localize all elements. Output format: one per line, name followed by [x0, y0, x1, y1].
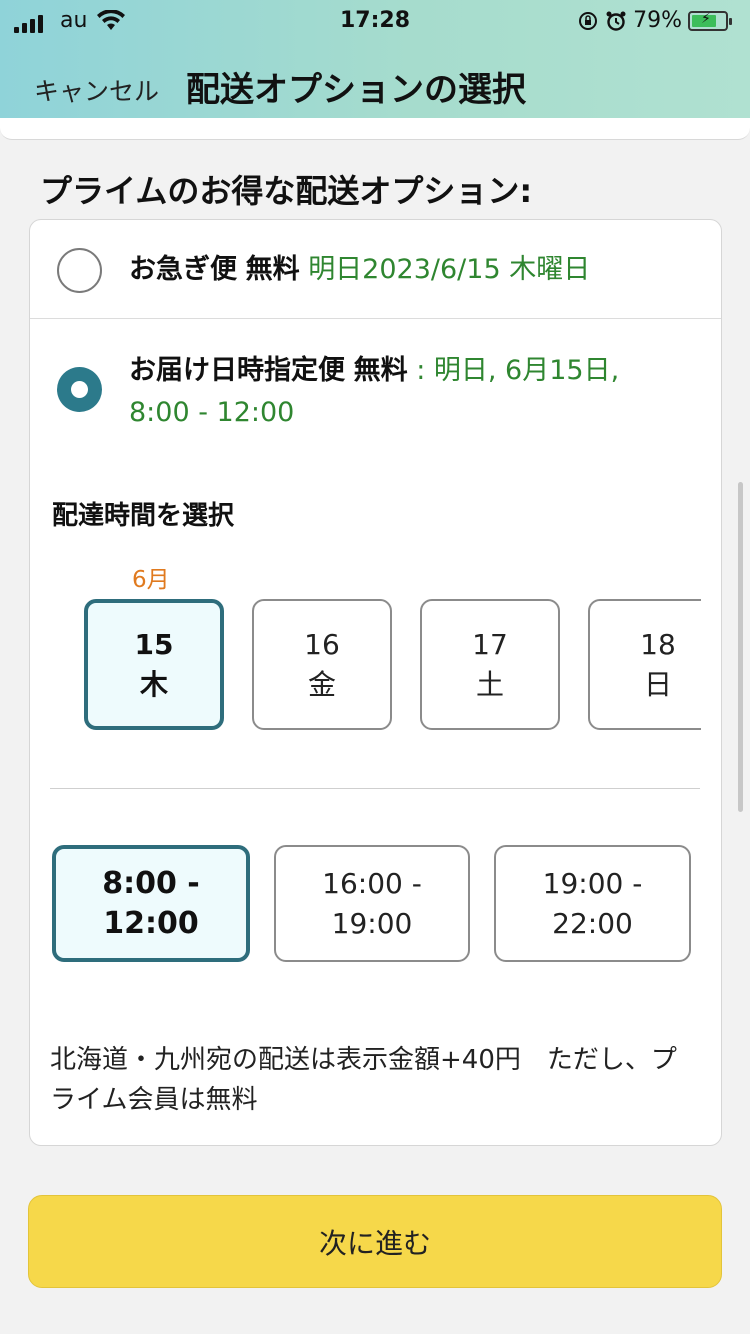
time-slot-start: 19:00 -	[542, 866, 643, 900]
day-option[interactable]: 15 木	[84, 599, 224, 730]
app-header: au 17:28 79% ⚡ キャンセル 配送オプションの選択	[0, 0, 750, 128]
day-option[interactable]: 17 土	[420, 599, 560, 730]
time-slot-end: 22:00	[552, 906, 633, 940]
time-slot[interactable]: 16:00 - 19:00	[274, 845, 470, 962]
day-option[interactable]: 18 日	[588, 599, 701, 730]
orientation-lock-icon	[579, 11, 598, 30]
time-slot[interactable]: 19:00 - 22:00	[494, 845, 691, 962]
day-number: 17	[472, 627, 508, 661]
option-scheduled-name: お届け日時指定便	[129, 355, 345, 386]
option-scheduled[interactable]: お届け日時指定便 無料 : 明日, 6月15日, 8:00 - 12:00	[30, 320, 721, 450]
time-slot-end: 12:00	[103, 905, 199, 941]
shipping-options-card: お急ぎ便 無料 明日2023/6/15 木曜日 お届け日時指定便 無料 : 明日…	[29, 219, 722, 1146]
page-title: 配送オプションの選択	[186, 70, 526, 110]
nav-bar: キャンセル 配送オプションの選択	[0, 58, 750, 114]
option-express-price: 無料	[245, 254, 300, 285]
option-express-label: お急ぎ便 無料 明日2023/6/15 木曜日	[129, 249, 590, 291]
cancel-button[interactable]: キャンセル	[34, 72, 159, 108]
status-bar: au 17:28 79% ⚡	[0, 6, 750, 38]
next-button[interactable]: 次に進む	[28, 1195, 722, 1288]
scrollbar[interactable]	[738, 482, 743, 812]
time-select-heading: 配達時間を選択	[52, 501, 235, 531]
day-picker[interactable]: 15 木 16 金 17 土 18 日	[84, 599, 701, 732]
battery-percent: 79%	[633, 8, 682, 33]
day-weekday: 土	[475, 667, 504, 701]
option-scheduled-label: お届け日時指定便 無料 : 明日, 6月15日, 8:00 - 12:00	[129, 350, 689, 434]
radio-scheduled[interactable]	[57, 367, 102, 412]
option-scheduled-date: : 明日, 6月15日,	[416, 355, 620, 386]
option-scheduled-time: 8:00 - 12:00	[129, 397, 295, 428]
day-weekday: 木	[139, 667, 168, 701]
divider	[50, 788, 700, 789]
shipping-note: 北海道・九州宛の配送は表示金額+40円 ただし、プライム会員は無料	[50, 1045, 677, 1115]
battery-icon: ⚡	[688, 10, 732, 31]
option-express[interactable]: お急ぎ便 無料 明日2023/6/15 木曜日	[30, 220, 721, 319]
day-weekday: 日	[643, 667, 672, 701]
option-express-date: 明日2023/6/15 木曜日	[308, 254, 591, 285]
option-express-name: お急ぎ便	[129, 254, 237, 285]
time-slot-end: 19:00	[331, 906, 413, 940]
day-number: 16	[304, 627, 340, 661]
status-right: 79% ⚡	[577, 8, 732, 33]
time-slot[interactable]: 8:00 - 12:00	[52, 845, 250, 962]
alarm-icon	[606, 11, 626, 31]
radio-express[interactable]	[57, 248, 102, 293]
time-slot-start: 16:00 -	[322, 866, 422, 900]
day-option[interactable]: 16 金	[252, 599, 392, 730]
month-label: 6月	[132, 567, 170, 593]
section-title: プライムのお得な配送オプション:	[40, 172, 533, 210]
option-scheduled-price: 無料	[353, 355, 408, 386]
day-weekday: 金	[307, 667, 336, 701]
day-number: 15	[134, 627, 174, 661]
previous-card-edge	[0, 118, 750, 140]
time-slot-start: 8:00 -	[102, 865, 200, 901]
day-number: 18	[640, 627, 676, 661]
